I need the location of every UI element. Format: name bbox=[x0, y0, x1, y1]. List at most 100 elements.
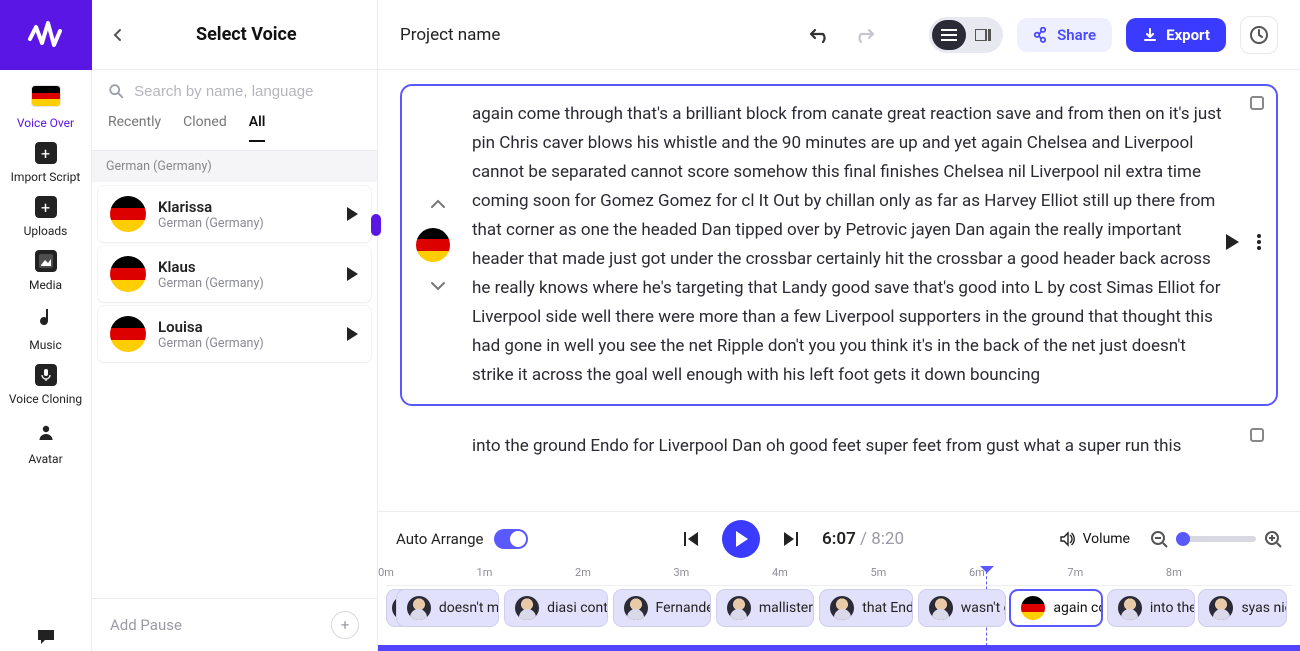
auto-arrange-toggle[interactable] bbox=[494, 529, 528, 549]
redo-button[interactable] bbox=[853, 26, 875, 44]
view-list-button[interactable] bbox=[932, 20, 966, 50]
clip-label: syas nicely bbox=[1241, 600, 1287, 616]
voice-group-header: German (Germany) bbox=[92, 151, 377, 182]
rail-label: Music bbox=[29, 338, 61, 352]
clip-label: mallister h bbox=[759, 600, 814, 616]
speaker-avatar bbox=[929, 596, 953, 620]
voice-lang: German (Germany) bbox=[158, 276, 333, 291]
project-name-field[interactable]: Project name bbox=[400, 25, 795, 45]
rail-music[interactable]: Music bbox=[0, 304, 92, 352]
move-up-button[interactable] bbox=[430, 198, 446, 210]
move-down-button[interactable] bbox=[430, 280, 446, 292]
rail-avatar[interactable]: Avatar bbox=[0, 418, 92, 466]
speaker-avatar bbox=[727, 596, 751, 620]
timeline-clip[interactable]: mallister h bbox=[716, 589, 814, 627]
speaker-avatar bbox=[624, 596, 648, 620]
ruler-tick: 4m bbox=[772, 566, 788, 579]
rail-chat[interactable] bbox=[0, 623, 92, 651]
left-rail: Voice Over + Import Script + Uploads Med… bbox=[0, 0, 92, 651]
rail-label: Voice Cloning bbox=[9, 392, 82, 406]
tab-all[interactable]: All bbox=[249, 108, 266, 142]
timeline-clip[interactable]: syas nicely bbox=[1198, 589, 1287, 627]
rail-voice-over[interactable]: Voice Over bbox=[0, 82, 92, 130]
volume-icon bbox=[1059, 531, 1075, 547]
share-icon bbox=[1033, 27, 1049, 43]
rail-voice-cloning[interactable]: Voice Cloning bbox=[0, 364, 92, 406]
music-note-icon bbox=[32, 304, 60, 332]
chat-icon bbox=[32, 623, 60, 651]
scroll-indicator[interactable] bbox=[371, 214, 381, 236]
rail-media[interactable]: Media bbox=[0, 250, 92, 292]
history-button[interactable] bbox=[1240, 16, 1278, 54]
timeline-clip[interactable]: diasi contre bbox=[504, 589, 607, 627]
plus-icon: + bbox=[35, 142, 57, 164]
ruler-tick: 0m bbox=[378, 566, 394, 579]
voice-tabs: Recently Cloned All bbox=[92, 108, 377, 151]
view-toggle bbox=[929, 17, 1003, 53]
voice-row[interactable]: KlarissaGerman (Germany) bbox=[98, 186, 371, 242]
block-text[interactable]: into the ground Endo for Liverpool Dan o… bbox=[472, 432, 1181, 461]
germany-flag-icon bbox=[110, 196, 146, 232]
timeline-clip[interactable]: into the gr bbox=[1107, 589, 1196, 627]
rail-label: Avatar bbox=[28, 452, 62, 466]
share-label: Share bbox=[1057, 26, 1096, 44]
preview-voice-button[interactable] bbox=[345, 206, 359, 222]
script-block[interactable]: into the ground Endo for Liverpool Dan o… bbox=[400, 416, 1278, 477]
script-block-active[interactable]: again come through that's a brilliant bl… bbox=[400, 84, 1278, 406]
preview-voice-button[interactable] bbox=[345, 266, 359, 282]
zoom-slider[interactable] bbox=[1176, 536, 1256, 542]
play-button[interactable] bbox=[722, 520, 760, 558]
zoom-out-button[interactable] bbox=[1150, 530, 1168, 548]
timeline-clip[interactable]: wasn't gc bbox=[918, 589, 1007, 627]
player: Auto Arrange 6:07 / 8:20 Volume bbox=[378, 511, 1300, 651]
prev-button[interactable] bbox=[682, 530, 700, 548]
export-button[interactable]: Export bbox=[1126, 18, 1226, 52]
select-block-checkbox[interactable] bbox=[1250, 428, 1264, 442]
app-logo[interactable] bbox=[0, 0, 92, 70]
voice-lang: German (Germany) bbox=[158, 336, 333, 351]
next-button[interactable] bbox=[782, 530, 800, 548]
plus-icon: + bbox=[331, 611, 359, 639]
ruler-tick: 3m bbox=[674, 566, 690, 579]
view-grid-button[interactable] bbox=[966, 20, 1000, 50]
block-more-button[interactable] bbox=[1256, 233, 1262, 251]
germany-flag-icon bbox=[1021, 596, 1045, 620]
voice-row[interactable]: KlausGerman (Germany) bbox=[98, 246, 371, 302]
play-block-button[interactable] bbox=[1224, 233, 1240, 251]
progress-bar[interactable] bbox=[378, 645, 1300, 651]
germany-flag-icon bbox=[110, 256, 146, 292]
zoom-in-button[interactable] bbox=[1264, 530, 1282, 548]
voice-row[interactable]: LouisaGerman (Germany) bbox=[98, 306, 371, 362]
back-button[interactable] bbox=[108, 25, 128, 45]
rail-uploads[interactable]: + Uploads bbox=[0, 196, 92, 238]
timeline[interactable]: 0m1m2m3m4m5m6m7m8m doesn't madiasi contr… bbox=[378, 566, 1300, 651]
undo-button[interactable] bbox=[809, 26, 831, 44]
add-pause-label: Add Pause bbox=[110, 616, 182, 634]
timeline-clip[interactable]: that Endo i bbox=[819, 589, 913, 627]
rail-label: Media bbox=[29, 278, 62, 292]
clip-label: doesn't ma bbox=[439, 600, 499, 616]
speaker-avatar bbox=[515, 596, 539, 620]
select-block-checkbox[interactable] bbox=[1250, 96, 1264, 110]
tab-recently[interactable]: Recently bbox=[108, 108, 161, 142]
timeline-clip[interactable]: Fernandez bbox=[613, 589, 711, 627]
volume-control[interactable]: Volume bbox=[1059, 531, 1130, 547]
clip-label: again come t bbox=[1053, 600, 1103, 616]
voice-search-input[interactable] bbox=[134, 83, 361, 100]
plus-icon: + bbox=[35, 196, 57, 218]
rail-import-script[interactable]: + Import Script bbox=[0, 142, 92, 184]
voice-name: Klaus bbox=[158, 258, 333, 276]
tab-cloned[interactable]: Cloned bbox=[183, 108, 227, 142]
share-button[interactable]: Share bbox=[1017, 18, 1112, 52]
add-pause-row[interactable]: Add Pause + bbox=[92, 598, 377, 651]
timeline-clip[interactable]: doesn't ma bbox=[396, 589, 499, 627]
speaker-avatar bbox=[830, 596, 854, 620]
block-text[interactable]: again come through that's a brilliant bl… bbox=[472, 100, 1222, 390]
preview-voice-button[interactable] bbox=[345, 326, 359, 342]
timeline-clip[interactable]: again come t bbox=[1009, 589, 1103, 627]
germany-flag-icon bbox=[110, 316, 146, 352]
clock-icon bbox=[1249, 25, 1269, 45]
speaker-avatar bbox=[1209, 596, 1233, 620]
clip-label: that Endo i bbox=[862, 600, 913, 616]
block-voice-avatar[interactable] bbox=[416, 228, 450, 262]
